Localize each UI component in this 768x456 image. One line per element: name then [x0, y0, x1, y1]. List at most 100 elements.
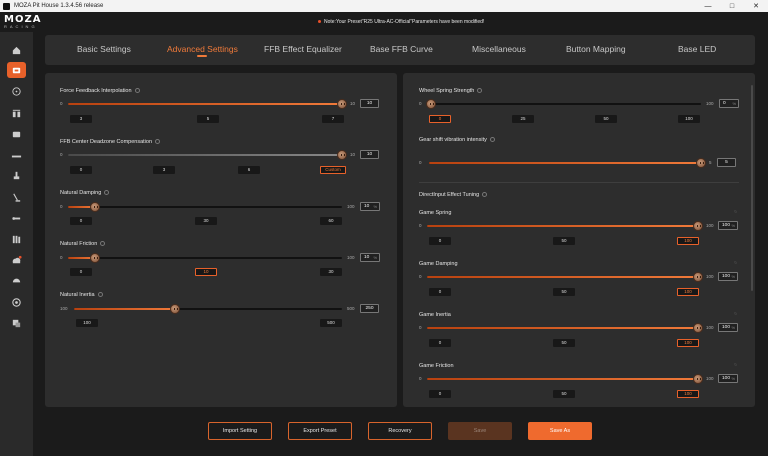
- natural-inertia-value-input[interactable]: 250: [360, 304, 379, 313]
- preset-button[interactable]: 7: [322, 115, 344, 123]
- save-as-button[interactable]: Save As: [528, 422, 592, 440]
- tab-advanced-settings[interactable]: Advanced Settings: [167, 44, 238, 54]
- sidebar-shifter-icon[interactable]: [7, 148, 26, 164]
- help-icon[interactable]: [104, 190, 110, 196]
- sidebar-sequential-icon[interactable]: [7, 210, 26, 226]
- preset-button[interactable]: 3: [153, 166, 175, 174]
- game-inertia-value-input[interactable]: 100%: [718, 323, 738, 332]
- sidebar-steering-wheel-icon[interactable]: [7, 83, 26, 99]
- slider-thumb[interactable]: [426, 99, 436, 109]
- slider-thumb[interactable]: [693, 323, 703, 333]
- help-icon[interactable]: [489, 137, 495, 143]
- game-spring-slider[interactable]: [427, 221, 703, 231]
- game-damping-slider[interactable]: [427, 272, 703, 282]
- preset-button[interactable]: 50: [553, 237, 575, 245]
- reset-icon[interactable]: ↻: [734, 209, 737, 214]
- reset-icon[interactable]: ↻: [734, 362, 737, 367]
- gear-shift-vibration-slider[interactable]: [429, 158, 706, 168]
- preset-button[interactable]: 25: [512, 115, 534, 123]
- right-panel-scrollbar[interactable]: [751, 85, 753, 291]
- tab-miscellaneous[interactable]: Miscellaneous: [472, 44, 526, 54]
- slider-thumb[interactable]: [693, 374, 703, 384]
- slider-thumb[interactable]: [90, 253, 101, 263]
- tab-base-ffb-curve[interactable]: Base FFB Curve: [370, 44, 433, 54]
- help-icon[interactable]: [482, 192, 488, 198]
- sidebar-hub-icon[interactable]: [7, 231, 26, 247]
- preset-button-selected[interactable]: 100: [677, 390, 699, 398]
- sidebar-speed-icon[interactable]: [7, 294, 26, 310]
- preset-button[interactable]: 100: [76, 319, 98, 327]
- game-inertia-slider[interactable]: [427, 323, 703, 333]
- natural-damping-slider[interactable]: [68, 202, 342, 212]
- sidebar-stalk-icon[interactable]: [7, 189, 26, 205]
- sidebar-settings-icon[interactable]: [7, 315, 26, 331]
- sidebar-updates-icon[interactable]: [7, 252, 26, 268]
- tab-ffb-effect-equalizer[interactable]: FFB Effect Equalizer: [264, 44, 342, 54]
- close-button[interactable]: ✕: [744, 0, 768, 12]
- preset-button[interactable]: 0: [429, 288, 451, 296]
- preset-button[interactable]: 50: [595, 115, 617, 123]
- game-spring-value-input[interactable]: 100%: [718, 221, 738, 230]
- preset-button-custom[interactable]: Custom: [320, 166, 346, 174]
- sidebar-handbrake-icon[interactable]: [7, 167, 26, 183]
- gear-shift-value-input[interactable]: 5: [717, 158, 736, 167]
- preset-button[interactable]: 0: [429, 237, 451, 245]
- preset-button[interactable]: 5: [197, 115, 219, 123]
- sidebar-wheelbase-icon[interactable]: [7, 62, 26, 78]
- slider-thumb[interactable]: [337, 99, 347, 109]
- preset-button-selected[interactable]: 10: [195, 268, 217, 276]
- preset-button[interactable]: 30: [320, 268, 342, 276]
- reset-icon[interactable]: ↻: [734, 260, 737, 265]
- preset-button[interactable]: 6: [238, 166, 260, 174]
- recovery-button[interactable]: Recovery: [368, 422, 432, 440]
- preset-button-selected[interactable]: 100: [677, 339, 699, 347]
- ffb-interpolation-value-input[interactable]: 10: [360, 99, 379, 108]
- minimize-button[interactable]: —: [696, 0, 720, 12]
- help-icon[interactable]: [155, 139, 161, 145]
- preset-button[interactable]: 30: [195, 217, 217, 225]
- maximize-button[interactable]: □: [720, 0, 744, 12]
- sidebar-cloud-icon[interactable]: [7, 272, 26, 288]
- slider-thumb[interactable]: [90, 202, 101, 212]
- slider-thumb[interactable]: [693, 272, 703, 282]
- preset-button[interactable]: 500: [320, 319, 342, 327]
- preset-button[interactable]: 0: [70, 166, 92, 174]
- preset-button-selected[interactable]: 0: [429, 115, 451, 123]
- game-friction-value-input[interactable]: 100%: [718, 374, 738, 383]
- preset-button[interactable]: 0: [429, 339, 451, 347]
- tab-base-led[interactable]: Base LED: [678, 44, 716, 54]
- preset-button[interactable]: 50: [553, 390, 575, 398]
- slider-thumb[interactable]: [337, 150, 347, 160]
- preset-button-selected[interactable]: 100: [677, 237, 699, 245]
- tab-basic-settings[interactable]: Basic Settings: [77, 44, 131, 54]
- reset-icon[interactable]: ↻: [734, 311, 737, 316]
- natural-friction-slider[interactable]: [68, 253, 342, 263]
- save-button[interactable]: Save: [448, 422, 512, 440]
- sidebar-dashboard-icon[interactable]: [7, 126, 26, 142]
- slider-thumb[interactable]: [693, 221, 703, 231]
- preset-button-selected[interactable]: 100: [677, 288, 699, 296]
- slider-thumb[interactable]: [169, 304, 180, 314]
- deadzone-slider[interactable]: [68, 150, 347, 160]
- tab-button-mapping[interactable]: Button Mapping: [566, 44, 626, 54]
- sidebar-home-icon[interactable]: [7, 42, 26, 58]
- preset-button[interactable]: 3: [70, 115, 92, 123]
- preset-button[interactable]: 0: [70, 217, 92, 225]
- help-icon[interactable]: [97, 292, 103, 298]
- sidebar-pedals-icon[interactable]: [7, 105, 26, 121]
- wheel-spring-value-input[interactable]: 0%: [719, 99, 739, 108]
- preset-button[interactable]: 50: [553, 339, 575, 347]
- preset-button[interactable]: 0: [70, 268, 92, 276]
- natural-friction-value-input[interactable]: 10%: [360, 253, 380, 262]
- natural-inertia-slider[interactable]: [74, 304, 342, 314]
- preset-button[interactable]: 60: [320, 217, 342, 225]
- help-icon[interactable]: [100, 241, 106, 247]
- preset-button[interactable]: 0: [429, 390, 451, 398]
- game-damping-value-input[interactable]: 100%: [718, 272, 738, 281]
- export-preset-button[interactable]: Export Preset: [288, 422, 352, 440]
- help-icon[interactable]: [477, 88, 483, 94]
- deadzone-value-input[interactable]: 10: [360, 150, 379, 159]
- slider-thumb[interactable]: [696, 158, 706, 168]
- import-setting-button[interactable]: Import Setting: [208, 422, 272, 440]
- preset-button[interactable]: 100: [678, 115, 700, 123]
